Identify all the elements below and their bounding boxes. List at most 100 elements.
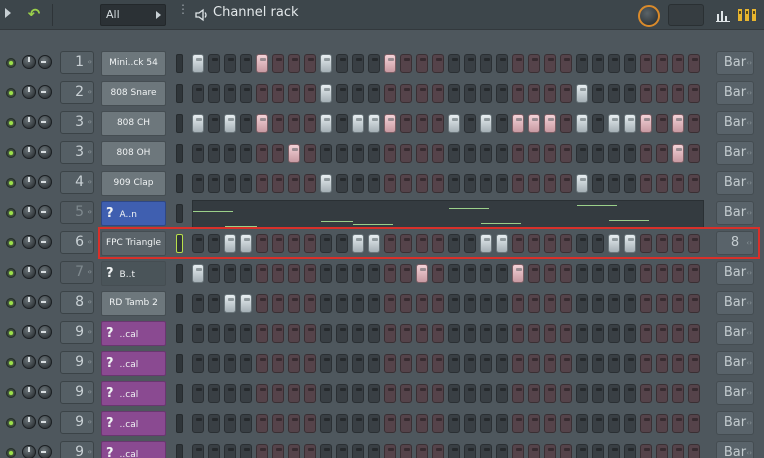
- step-button[interactable]: [464, 54, 476, 73]
- step-button[interactable]: [400, 354, 412, 373]
- step-count-button[interactable]: Bar: [716, 141, 754, 165]
- step-button[interactable]: [624, 144, 636, 163]
- step-button[interactable]: [384, 354, 396, 373]
- step-button[interactable]: [576, 144, 588, 163]
- mute-led[interactable]: [6, 148, 16, 158]
- step-button[interactable]: [528, 264, 540, 283]
- step-button[interactable]: [416, 384, 428, 403]
- pan-knob[interactable]: [38, 85, 52, 99]
- step-button[interactable]: [432, 384, 444, 403]
- step-button[interactable]: [608, 324, 620, 343]
- step-button[interactable]: [448, 444, 460, 458]
- step-button[interactable]: [240, 384, 252, 403]
- step-button[interactable]: [256, 174, 268, 193]
- step-button[interactable]: [512, 234, 524, 253]
- step-button[interactable]: [592, 84, 604, 103]
- step-button[interactable]: [480, 114, 492, 133]
- pan-knob[interactable]: [38, 205, 52, 219]
- step-button[interactable]: [464, 384, 476, 403]
- channel-name-button[interactable]: FPC Triangle: [101, 231, 166, 256]
- step-button[interactable]: [656, 294, 668, 313]
- step-button[interactable]: [192, 264, 204, 283]
- step-count-button[interactable]: Bar: [716, 171, 754, 195]
- step-button[interactable]: [352, 114, 364, 133]
- volume-knob[interactable]: [22, 115, 36, 129]
- step-button[interactable]: [432, 324, 444, 343]
- step-button[interactable]: [304, 84, 316, 103]
- step-button[interactable]: [384, 444, 396, 458]
- step-button[interactable]: [592, 174, 604, 193]
- channel-select-indicator[interactable]: [176, 264, 183, 283]
- step-button[interactable]: [304, 384, 316, 403]
- step-button[interactable]: [304, 294, 316, 313]
- step-button[interactable]: [368, 294, 380, 313]
- step-button[interactable]: [384, 54, 396, 73]
- step-button[interactable]: [400, 114, 412, 133]
- pan-knob[interactable]: [38, 265, 52, 279]
- step-button[interactable]: [304, 444, 316, 458]
- step-button[interactable]: [496, 264, 508, 283]
- step-button[interactable]: [560, 444, 572, 458]
- graph-editor-icon[interactable]: [716, 8, 730, 22]
- mute-led[interactable]: [6, 238, 16, 248]
- step-button[interactable]: [512, 444, 524, 458]
- step-button[interactable]: [288, 174, 300, 193]
- volume-knob[interactable]: [22, 175, 36, 189]
- mixer-track-selector[interactable]: 9: [60, 441, 94, 458]
- step-button[interactable]: [352, 324, 364, 343]
- step-sequencer-icon[interactable]: [738, 9, 756, 21]
- step-button[interactable]: [480, 354, 492, 373]
- step-button[interactable]: [432, 294, 444, 313]
- step-button[interactable]: [576, 324, 588, 343]
- step-button[interactable]: [320, 264, 332, 283]
- step-button[interactable]: [464, 114, 476, 133]
- step-button[interactable]: [544, 84, 556, 103]
- step-button[interactable]: [672, 54, 684, 73]
- step-button[interactable]: [336, 114, 348, 133]
- step-button[interactable]: [448, 234, 460, 253]
- step-button[interactable]: [688, 264, 700, 283]
- step-button[interactable]: [256, 294, 268, 313]
- step-button[interactable]: [592, 324, 604, 343]
- step-button[interactable]: [464, 294, 476, 313]
- channel-name-button[interactable]: ? ..cal: [101, 441, 166, 458]
- step-button[interactable]: [240, 444, 252, 458]
- step-count-button[interactable]: Bar: [716, 441, 754, 458]
- step-button[interactable]: [336, 354, 348, 373]
- step-button[interactable]: [560, 84, 572, 103]
- step-button[interactable]: [448, 84, 460, 103]
- step-button[interactable]: [416, 354, 428, 373]
- step-button[interactable]: [256, 324, 268, 343]
- step-button[interactable]: [656, 384, 668, 403]
- pan-knob[interactable]: [38, 445, 52, 458]
- step-button[interactable]: [560, 174, 572, 193]
- step-button[interactable]: [320, 324, 332, 343]
- step-button[interactable]: [192, 384, 204, 403]
- step-count-button[interactable]: Bar: [716, 81, 754, 105]
- step-button[interactable]: [400, 84, 412, 103]
- step-button[interactable]: [304, 174, 316, 193]
- step-button[interactable]: [384, 114, 396, 133]
- step-button[interactable]: [672, 294, 684, 313]
- step-button[interactable]: [624, 354, 636, 373]
- channel-select-indicator[interactable]: [176, 144, 183, 163]
- step-button[interactable]: [448, 294, 460, 313]
- step-button[interactable]: [240, 294, 252, 313]
- step-button[interactable]: [672, 84, 684, 103]
- step-button[interactable]: [672, 114, 684, 133]
- step-button[interactable]: [288, 384, 300, 403]
- step-button[interactable]: [288, 234, 300, 253]
- step-button[interactable]: [368, 354, 380, 373]
- step-button[interactable]: [320, 144, 332, 163]
- step-button[interactable]: [352, 84, 364, 103]
- step-button[interactable]: [416, 324, 428, 343]
- volume-knob[interactable]: [22, 295, 36, 309]
- step-button[interactable]: [400, 294, 412, 313]
- step-button[interactable]: [560, 264, 572, 283]
- volume-knob[interactable]: [22, 445, 36, 458]
- step-button[interactable]: [528, 444, 540, 458]
- step-button[interactable]: [208, 444, 220, 458]
- step-button[interactable]: [496, 414, 508, 433]
- step-button[interactable]: [656, 114, 668, 133]
- step-button[interactable]: [608, 174, 620, 193]
